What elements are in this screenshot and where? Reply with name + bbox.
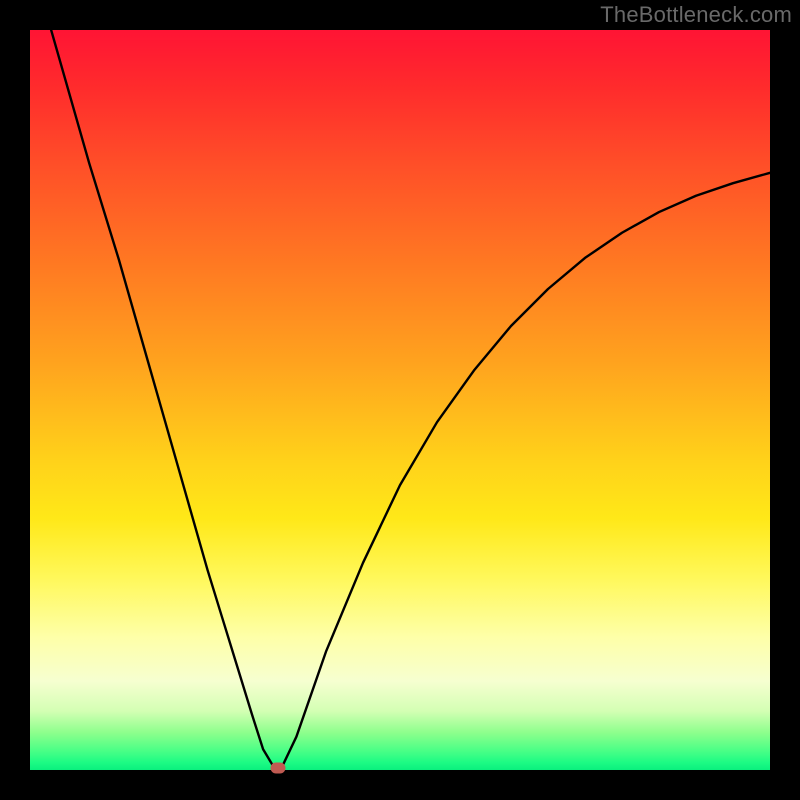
plot-frame bbox=[30, 30, 770, 770]
watermark-text: TheBottleneck.com bbox=[600, 2, 792, 28]
bottleneck-curve bbox=[30, 30, 770, 770]
optimal-point-marker bbox=[270, 762, 285, 773]
